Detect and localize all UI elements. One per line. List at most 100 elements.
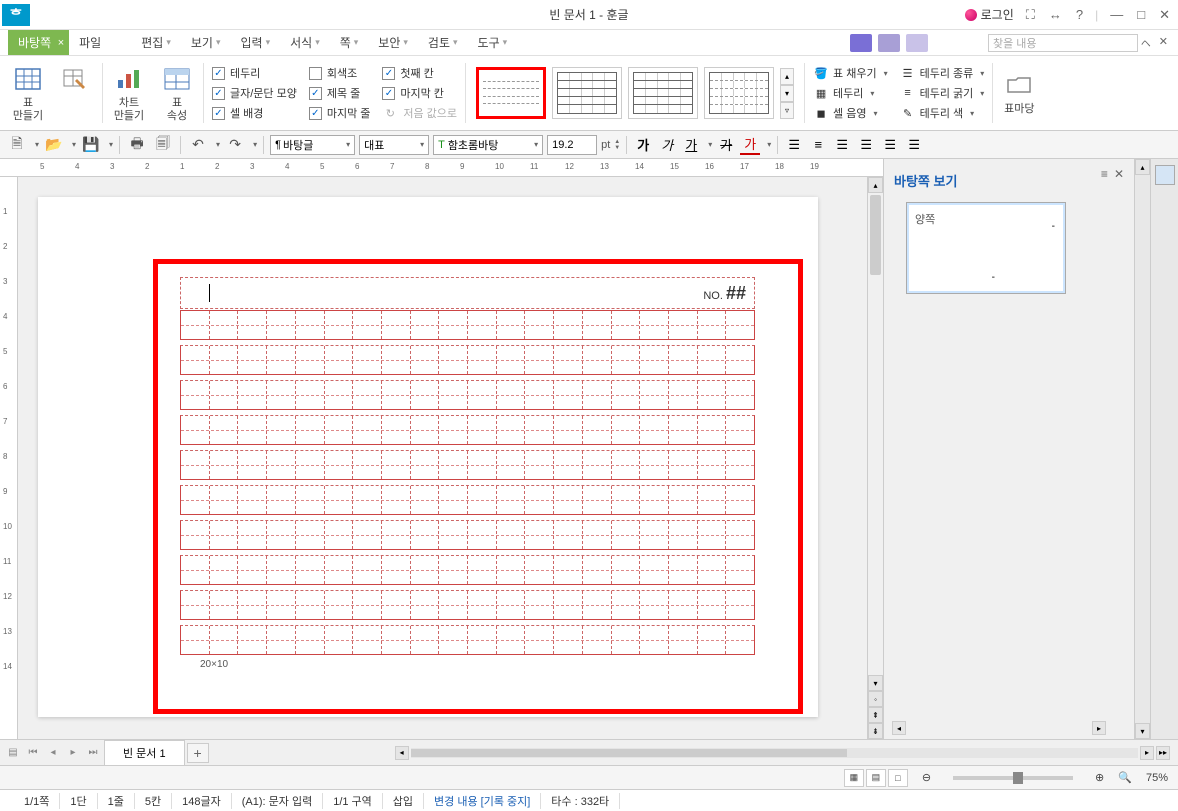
manuscript-row[interactable] [180, 625, 755, 655]
menu-file[interactable]: 파일 [69, 30, 111, 55]
check-gray[interactable]: 회색조 [309, 65, 371, 81]
side-close-icon[interactable]: ✕ [1114, 167, 1124, 181]
tab-prev[interactable]: ◂ [44, 744, 62, 762]
ribbon-table-brush[interactable] [54, 60, 98, 126]
menu-input[interactable]: 입력 [230, 30, 280, 55]
style-combo[interactable]: ¶바탕글▾ [270, 135, 355, 155]
scroll-up[interactable]: ▴ [868, 177, 883, 193]
table-fill-button[interactable]: 🪣표 채우기▾ [813, 65, 888, 81]
context-tab-2[interactable] [878, 34, 900, 52]
align-dist2[interactable]: ☰ [904, 135, 924, 155]
manuscript-row[interactable] [180, 345, 755, 375]
page-down[interactable]: ⇟ [868, 723, 883, 739]
align-center[interactable]: ≡ [808, 135, 828, 155]
page-up[interactable]: ⇞ [868, 707, 883, 723]
ribbon-table-props[interactable]: 표 속성 [155, 60, 199, 126]
strike-button[interactable]: 가 [716, 135, 736, 155]
context-tab-1[interactable] [850, 34, 872, 52]
bold-button[interactable]: 가 [633, 135, 653, 155]
size-down[interactable]: ▼ [614, 145, 620, 151]
menu-page[interactable]: 쪽 [330, 30, 369, 55]
close-button[interactable]: ✕ [1157, 7, 1172, 23]
tab-next[interactable]: ▸ [64, 744, 82, 762]
context-tab-3[interactable] [906, 34, 928, 52]
border-type-button[interactable]: ☰테두리 종류▾ [900, 65, 985, 81]
check-firstcol[interactable]: 첫째 칸 [382, 65, 457, 81]
gallery-up[interactable]: ▴ [780, 68, 794, 85]
ribbon-make-table[interactable]: 표 만들기 [6, 60, 50, 126]
align-justify[interactable]: ☰ [856, 135, 876, 155]
open-button[interactable]: 📂 [43, 134, 65, 156]
check-border[interactable]: 테두리 [212, 65, 297, 81]
view-mode-2[interactable]: ▤ [866, 769, 886, 787]
undo-button[interactable]: ↶ [187, 134, 209, 156]
tab-first[interactable]: ⏮ [24, 744, 42, 762]
manuscript-row[interactable] [180, 310, 755, 340]
gallery-down[interactable]: ▾ [780, 85, 794, 102]
zoom-in[interactable]: ⊕ [1095, 771, 1104, 784]
align-left[interactable]: ☰ [784, 135, 804, 155]
view-mode-1[interactable]: ▦ [844, 769, 864, 787]
status-insert[interactable]: 삽입 [383, 793, 424, 809]
menu-review[interactable]: 검토 [418, 30, 468, 55]
save-button[interactable]: 💾 [80, 134, 102, 156]
menu-tools[interactable]: 도구 [468, 30, 518, 55]
doc-tab-1[interactable]: 빈 문서 1 [104, 740, 185, 765]
login-button[interactable]: 로그인 [965, 6, 1014, 23]
zoom-out[interactable]: ⊖ [922, 771, 931, 784]
zoom-fit[interactable]: 🔍 [1118, 771, 1132, 784]
border-button[interactable]: ▦테두리▾ [813, 85, 888, 101]
manuscript-row[interactable] [180, 485, 755, 515]
manuscript-row[interactable] [180, 520, 755, 550]
gallery-more[interactable]: ▿ [780, 102, 794, 119]
document-canvas[interactable]: NO. ## 20×10 [18, 177, 867, 739]
sync-icon[interactable]: ↔ [1047, 7, 1064, 22]
align-right[interactable]: ☰ [832, 135, 852, 155]
font-size-input[interactable]: 19.2 [547, 135, 597, 155]
manuscript-row[interactable] [180, 415, 755, 445]
minimize-button[interactable]: — [1108, 7, 1125, 22]
check-charpara[interactable]: 글자/문단 모양 [212, 85, 297, 101]
hscroll-left[interactable]: ◂ [395, 746, 409, 760]
check-lastcol[interactable]: 마지막 칸 [382, 85, 457, 101]
border-weight-button[interactable]: ≡테두리 굵기▾ [900, 85, 985, 101]
maximize-button[interactable]: □ [1135, 7, 1147, 22]
zoom-value[interactable]: 75% [1146, 772, 1168, 784]
add-tab-button[interactable]: + [187, 743, 209, 763]
side-scroll-down[interactable]: ▾ [1135, 723, 1150, 739]
hscroll-right[interactable]: ▸ [1092, 721, 1106, 735]
master-page-thumbnail[interactable]: 양쪽 - - [906, 202, 1066, 294]
search-input[interactable]: 찾을 내용 [988, 34, 1138, 52]
ribbon-close-icon[interactable]: ✕ [1157, 35, 1170, 50]
manuscript-row[interactable] [180, 555, 755, 585]
italic-button[interactable]: 가 [657, 135, 677, 155]
zoom-slider[interactable] [953, 776, 1073, 780]
side-scroll-up[interactable]: ▴ [1135, 159, 1150, 175]
hscroll-right[interactable]: ▸ [1140, 746, 1154, 760]
table-style-3[interactable] [628, 67, 698, 119]
vertical-scrollbar[interactable]: ▴ ▾ ◦ ⇞ ⇟ [867, 177, 883, 739]
table-style-2[interactable] [552, 67, 622, 119]
check-lastrow[interactable]: 마지막 줄 [309, 105, 371, 121]
check-titlerow[interactable]: 제목 줄 [309, 85, 371, 101]
table-style-1[interactable] [476, 67, 546, 119]
menu-edit[interactable]: 편집 [131, 30, 181, 55]
preview-button[interactable]: 🗐 [152, 134, 174, 156]
status-change[interactable]: 변경 내용 [기록 중지] [424, 793, 541, 809]
manuscript-header[interactable]: NO. ## [180, 277, 755, 309]
table-style-4[interactable] [704, 67, 774, 119]
tab-last[interactable]: ⏭ [84, 744, 102, 762]
font-combo[interactable]: T함초롬바탕▾ [433, 135, 543, 155]
menu-security[interactable]: 보안 [368, 30, 418, 55]
vertical-ruler[interactable]: 12 34 56 78 910 1112 1314 [0, 177, 18, 739]
check-cellbg[interactable]: 셀 배경 [212, 105, 297, 121]
tab-list[interactable]: ▤ [4, 744, 22, 762]
expand-icon[interactable]: ⛶ [1024, 7, 1037, 23]
manuscript-row[interactable] [180, 450, 755, 480]
strip-button[interactable] [1155, 165, 1175, 185]
print-button[interactable]: 🖶 [126, 134, 148, 156]
border-color-button[interactable]: ✎테두리 색▾ [900, 105, 985, 121]
ribbon-collapse-icon[interactable]: ヘ [1139, 35, 1153, 50]
redo-button[interactable]: ↷ [224, 134, 246, 156]
new-doc-button[interactable]: 🗎 [6, 134, 28, 156]
